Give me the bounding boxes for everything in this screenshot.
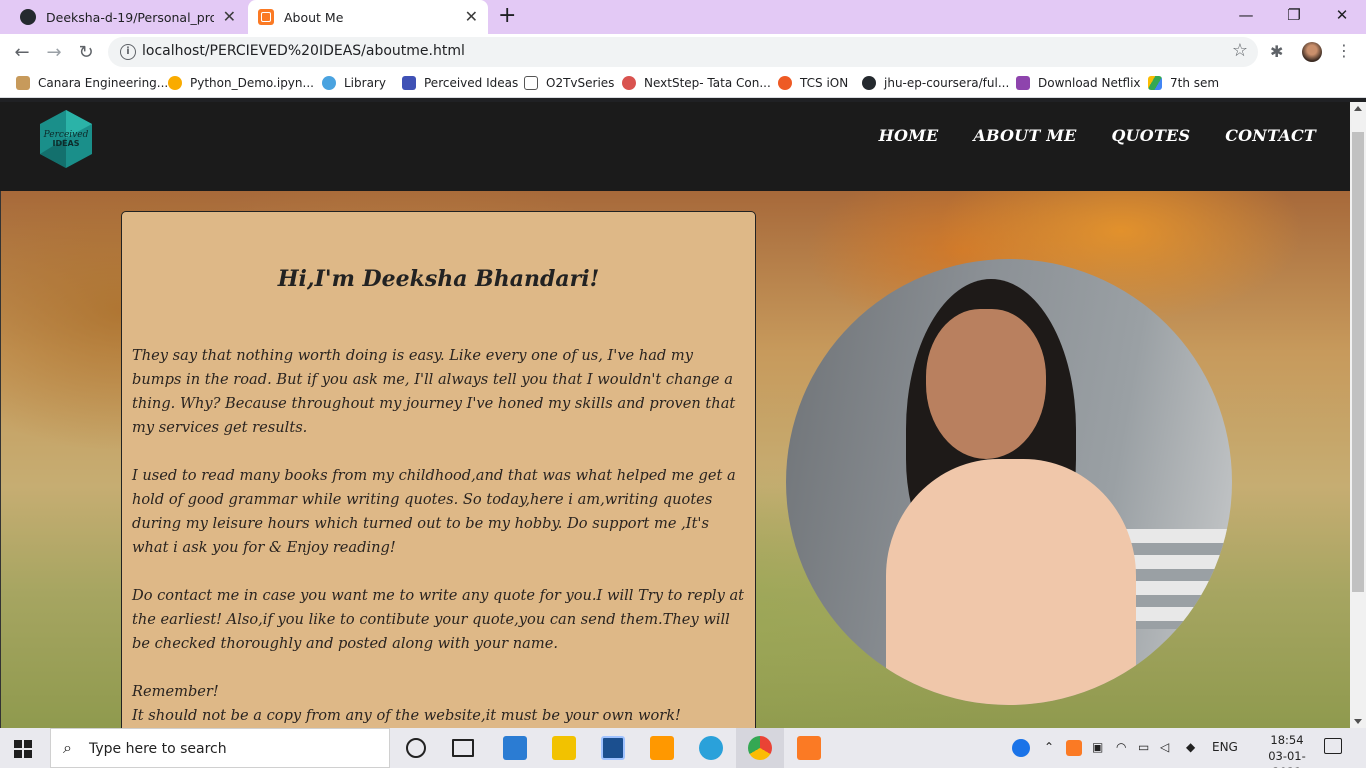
telegram-icon[interactable]	[699, 736, 723, 760]
bookmark-item[interactable]: Canara Engineering...	[16, 76, 168, 90]
nav-quotes[interactable]: QUOTES	[1112, 126, 1191, 145]
mail-icon[interactable]	[503, 736, 527, 760]
close-window-button[interactable]: ✕	[1318, 0, 1366, 30]
cortana-icon[interactable]	[406, 738, 426, 758]
tab-title: About Me	[284, 9, 344, 25]
forward-button[interactable]: →	[42, 40, 66, 64]
sublime-text-icon[interactable]	[650, 736, 674, 760]
help-icon[interactable]	[1012, 739, 1030, 757]
window-controls: — ❐ ✕	[1222, 0, 1366, 34]
device-icon[interactable]: ▣	[1092, 740, 1103, 754]
file-explorer-icon[interactable]	[552, 736, 576, 760]
tab-github[interactable]: Deeksha-d-19/Personal_project: ✕	[8, 0, 246, 34]
nav-about-me[interactable]: ABOUT ME	[973, 126, 1076, 145]
task-view-icon[interactable]	[452, 739, 474, 757]
scroll-thumb[interactable]	[1352, 132, 1364, 592]
wifi-icon[interactable]: ◠	[1116, 740, 1126, 754]
language-indicator[interactable]: ENG	[1212, 740, 1238, 754]
site-navbar: Perceived IDEAS HOME ABOUT ME QUOTES CON…	[0, 102, 1350, 191]
tab-about-me[interactable]: About Me ✕	[248, 0, 488, 34]
profile-avatar[interactable]	[1302, 42, 1322, 62]
system-clock[interactable]: 18:54 03-01-2021	[1262, 732, 1312, 768]
bookmark-item[interactable]: Download Netflix	[1016, 76, 1141, 90]
profile-photo	[786, 259, 1232, 705]
minimize-button[interactable]: —	[1222, 0, 1270, 30]
globe-icon	[322, 76, 336, 90]
chevron-up-icon[interactable]: ⌃	[1044, 740, 1054, 754]
taskbar-search[interactable]: ⌕ Type here to search	[50, 728, 390, 768]
about-card: Hi,I'm Deeksha Bhandari! They say that n…	[121, 211, 756, 728]
xampp-icon	[258, 9, 274, 25]
about-paragraph: They say that nothing worth doing is eas…	[132, 347, 736, 436]
volume-icon[interactable]: ◁	[1160, 740, 1169, 754]
bookmark-item[interactable]: Perceived Ideas	[402, 76, 518, 90]
battery-icon[interactable]: ▭	[1138, 740, 1149, 754]
bookmark-item[interactable]: jhu-ep-coursera/ful...	[862, 76, 1009, 90]
bookmark-item[interactable]: Python_Demo.ipyn...	[168, 76, 314, 90]
menu-dots-icon[interactable]: ⋮	[1336, 41, 1352, 60]
power-icon	[778, 76, 792, 90]
web-page: Perceived IDEAS HOME ABOUT ME QUOTES CON…	[0, 102, 1350, 728]
autumn-background: Hi,I'm Deeksha Bhandari! They say that n…	[0, 191, 1350, 728]
new-tab-button[interactable]: +	[498, 4, 516, 28]
colab-icon	[168, 76, 182, 90]
browser-toolbar: ← → ↻ i localhost/PERCIEVED%20IDEAS/abou…	[0, 34, 1366, 70]
notification-icon[interactable]	[1324, 738, 1342, 754]
bookmark-item[interactable]: Library	[322, 76, 386, 90]
search-icon: ⌕	[63, 738, 72, 757]
clock-time: 18:54	[1270, 733, 1304, 747]
restore-button[interactable]: ❐	[1270, 0, 1318, 30]
github-icon	[20, 9, 36, 25]
windows-taskbar: ⌕ Type here to search ⌃ ▣ ◠ ▭ ◁ ◆ ENG 18…	[0, 728, 1366, 768]
windows-start-icon[interactable]	[14, 740, 32, 758]
nav-home[interactable]: HOME	[879, 126, 939, 145]
netflix-m-icon	[1016, 76, 1030, 90]
app-icon[interactable]	[601, 736, 625, 760]
remember-heading: Remember!	[132, 683, 219, 700]
clock-date: 03-01-2021	[1268, 749, 1306, 768]
xampp-icon[interactable]	[797, 736, 821, 760]
about-paragraph: I used to read many books from my childh…	[132, 467, 736, 556]
about-text: They say that nothing worth doing is eas…	[132, 344, 747, 728]
browser-tab-strip: Deeksha-d-19/Personal_project: ✕ About M…	[0, 0, 1366, 34]
bookmark-item[interactable]: NextStep- Tata Con...	[622, 76, 771, 90]
remember-note: Remember! It should not be a copy from a…	[132, 680, 747, 728]
bookmark-item[interactable]: TCS iON	[778, 76, 848, 90]
tcs-icon	[622, 76, 636, 90]
main-nav: HOME ABOUT ME QUOTES CONTACT	[879, 126, 1316, 145]
perceived-ideas-logo[interactable]: Perceived IDEAS	[38, 108, 94, 170]
scroll-up-arrow[interactable]	[1354, 106, 1362, 111]
close-tab-icon[interactable]: ✕	[223, 8, 236, 26]
bookmarks-bar: Canara Engineering... Python_Demo.ipyn..…	[0, 70, 1366, 98]
drive-icon	[1148, 76, 1162, 90]
address-bar[interactable]: i localhost/PERCIEVED%20IDEAS/aboutme.ht…	[108, 37, 1258, 67]
bookmark-item[interactable]: 7th sem	[1148, 76, 1219, 90]
about-title: Hi,I'm Deeksha Bhandari!	[277, 266, 600, 292]
photo-face	[926, 309, 1046, 459]
xampp-tray-icon[interactable]	[1066, 740, 1082, 756]
bookmark-item[interactable]: O2TvSeries	[524, 76, 614, 90]
about-paragraph: Do contact me in case you want me to wri…	[132, 587, 745, 652]
extensions-puzzle-icon[interactable]: ✱	[1270, 42, 1283, 61]
info-icon[interactable]: i	[120, 44, 136, 60]
college-icon	[16, 76, 30, 90]
close-tab-icon[interactable]: ✕	[465, 8, 478, 26]
o2tv-icon	[524, 76, 538, 90]
tab-title: Deeksha-d-19/Personal_project:	[46, 9, 214, 25]
page-scrollbar[interactable]	[1350, 102, 1366, 728]
reload-button[interactable]: ↻	[74, 40, 98, 64]
scroll-down-arrow[interactable]	[1354, 719, 1362, 724]
url-text[interactable]: localhost/PERCIEVED%20IDEAS/aboutme.html	[142, 43, 465, 59]
bookmark-star-icon[interactable]: ☆	[1232, 40, 1248, 61]
github-icon	[862, 76, 876, 90]
chrome-icon[interactable]	[748, 736, 772, 760]
page-icon	[402, 76, 416, 90]
search-placeholder[interactable]: Type here to search	[89, 741, 227, 757]
back-button[interactable]: ←	[10, 40, 34, 64]
nav-contact[interactable]: CONTACT	[1225, 126, 1316, 145]
remember-text: It should not be a copy from any of the …	[132, 707, 681, 724]
dropbox-icon[interactable]: ◆	[1186, 740, 1195, 754]
photo-body	[886, 459, 1136, 705]
svg-text:IDEAS: IDEAS	[52, 139, 79, 148]
